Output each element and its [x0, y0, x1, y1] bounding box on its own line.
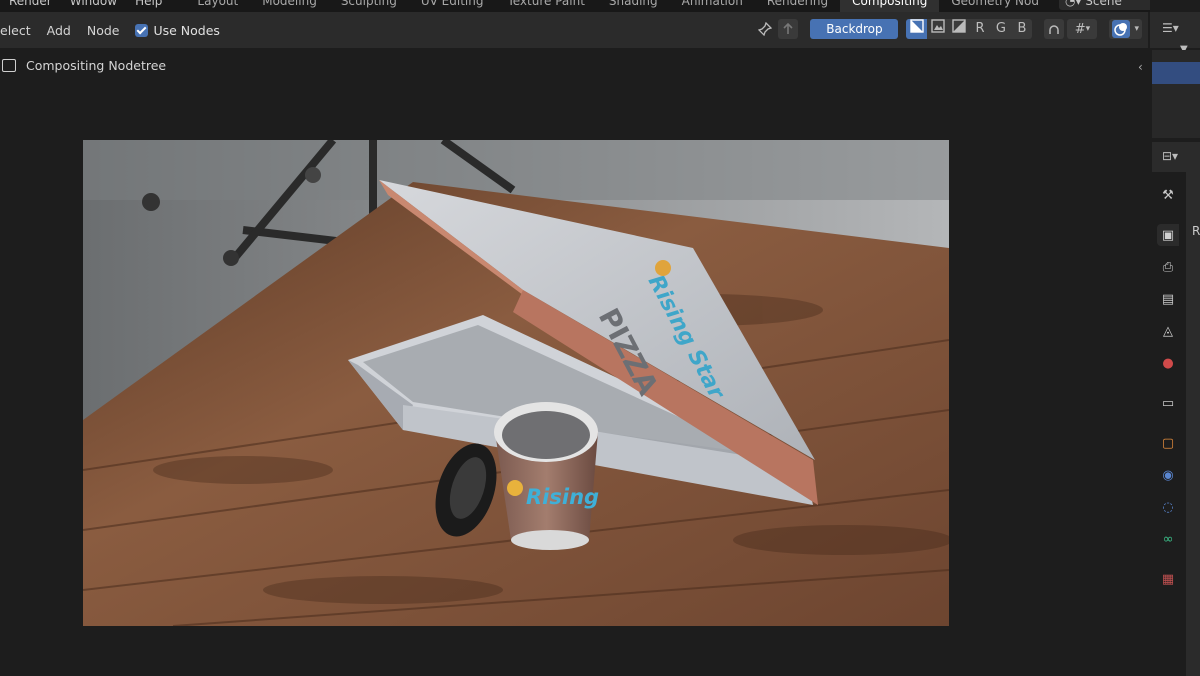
- chevron-down-icon: ▾: [1134, 24, 1139, 34]
- properties-editor-type-icon[interactable]: ⊟▾: [1162, 149, 1178, 163]
- breadcrumb-label: Compositing Nodetree: [26, 58, 167, 73]
- alpha-icon[interactable]: [948, 19, 969, 39]
- use-nodes-toggle[interactable]: Use Nodes: [127, 22, 220, 38]
- parent-node-tree-icon[interactable]: [778, 19, 799, 39]
- color-alpha-icon[interactable]: [906, 19, 928, 39]
- top-menu-bar: Render Window Help Layout Modeling Sculp…: [0, 0, 1200, 12]
- tab-compositing[interactable]: Compositing: [840, 0, 940, 12]
- properties-visible-label: R: [1192, 224, 1200, 238]
- tab-sculpting[interactable]: Sculpting: [329, 0, 409, 12]
- menu-node[interactable]: Node: [79, 23, 128, 38]
- menu-select[interactable]: elect: [0, 23, 39, 38]
- channel-buttons: R G B: [906, 19, 1033, 39]
- menu-render[interactable]: Render: [0, 0, 61, 8]
- properties-header: ⊟▾: [1152, 142, 1200, 172]
- display-mode-icon[interactable]: ☰▾: [1162, 21, 1179, 35]
- properties-tab-bar: [1152, 172, 1186, 676]
- scene-name: Scene: [1085, 0, 1122, 8]
- channel-g-button[interactable]: G: [990, 19, 1011, 39]
- tab-rendering[interactable]: Rendering: [755, 0, 840, 12]
- use-nodes-checkbox[interactable]: [135, 23, 149, 37]
- snap-icon[interactable]: [1044, 19, 1065, 39]
- physics-tab-icon[interactable]: ∞: [1157, 528, 1179, 550]
- render-tab-icon[interactable]: ▣: [1157, 224, 1179, 246]
- pin-icon[interactable]: [755, 19, 775, 39]
- grid-icon: #: [1074, 21, 1086, 37]
- texture-tab-icon[interactable]: ▦: [1157, 568, 1179, 590]
- tab-shading[interactable]: Shading: [597, 0, 670, 12]
- color-icon[interactable]: [927, 19, 948, 39]
- particles-tab-icon[interactable]: ◌: [1157, 496, 1179, 518]
- cup-brand-text: Rising: [526, 485, 599, 509]
- menu-add[interactable]: Add: [39, 23, 79, 38]
- node-editor-header: elect Add Node Use Nodes Backdrop R G B …: [0, 12, 1148, 48]
- output-tab-icon[interactable]: ⎙: [1157, 256, 1179, 278]
- snap-grid-icon[interactable]: # ▾: [1067, 19, 1098, 39]
- node-tree-icon: [2, 59, 16, 72]
- tab-layout[interactable]: Layout: [185, 0, 250, 12]
- chevron-down-icon: ▾: [1085, 24, 1091, 34]
- channel-b-button[interactable]: B: [1011, 19, 1032, 39]
- tab-animation[interactable]: Animation: [670, 0, 755, 12]
- overlays-button[interactable]: ▾: [1109, 19, 1142, 39]
- scene-icon: ◔▾: [1064, 0, 1086, 8]
- object-tab-icon[interactable]: ▢: [1157, 432, 1179, 454]
- use-nodes-label: Use Nodes: [153, 22, 220, 38]
- breadcrumb: Compositing Nodetree: [0, 58, 166, 73]
- sidebar-toggle-icon[interactable]: ‹: [1138, 60, 1143, 74]
- tab-texture-paint[interactable]: Texture Paint: [495, 0, 596, 12]
- world-tab-icon[interactable]: ●: [1157, 352, 1179, 374]
- tab-geometry-nodes[interactable]: Geometry Nod: [939, 0, 1051, 12]
- tab-modeling[interactable]: Modeling: [250, 0, 329, 12]
- outliner-row-selected[interactable]: [1152, 62, 1200, 84]
- backdrop-image: PIZZA Rising Star Rising: [83, 140, 949, 626]
- menu-window[interactable]: Window: [61, 0, 126, 8]
- menu-help[interactable]: Help: [126, 0, 171, 8]
- modifier-tab-icon[interactable]: ◉: [1157, 464, 1179, 486]
- tool-tab-icon[interactable]: ⚒: [1157, 184, 1179, 206]
- overlays-icon: [1112, 20, 1131, 38]
- channel-r-button[interactable]: R: [969, 19, 990, 39]
- scene-tab-icon[interactable]: ◬: [1157, 320, 1179, 342]
- tab-uv-editing[interactable]: UV Editing: [409, 0, 496, 12]
- collection-tab-icon[interactable]: ▭: [1157, 392, 1179, 414]
- outliner-header: ☰▾: [1150, 12, 1200, 48]
- properties-panel: R: [1186, 172, 1200, 676]
- view-layer-tab-icon[interactable]: ▤: [1157, 288, 1179, 310]
- header-right-tools: Backdrop R G B # ▾ ▾: [755, 19, 1142, 39]
- backdrop-button[interactable]: Backdrop: [810, 19, 899, 39]
